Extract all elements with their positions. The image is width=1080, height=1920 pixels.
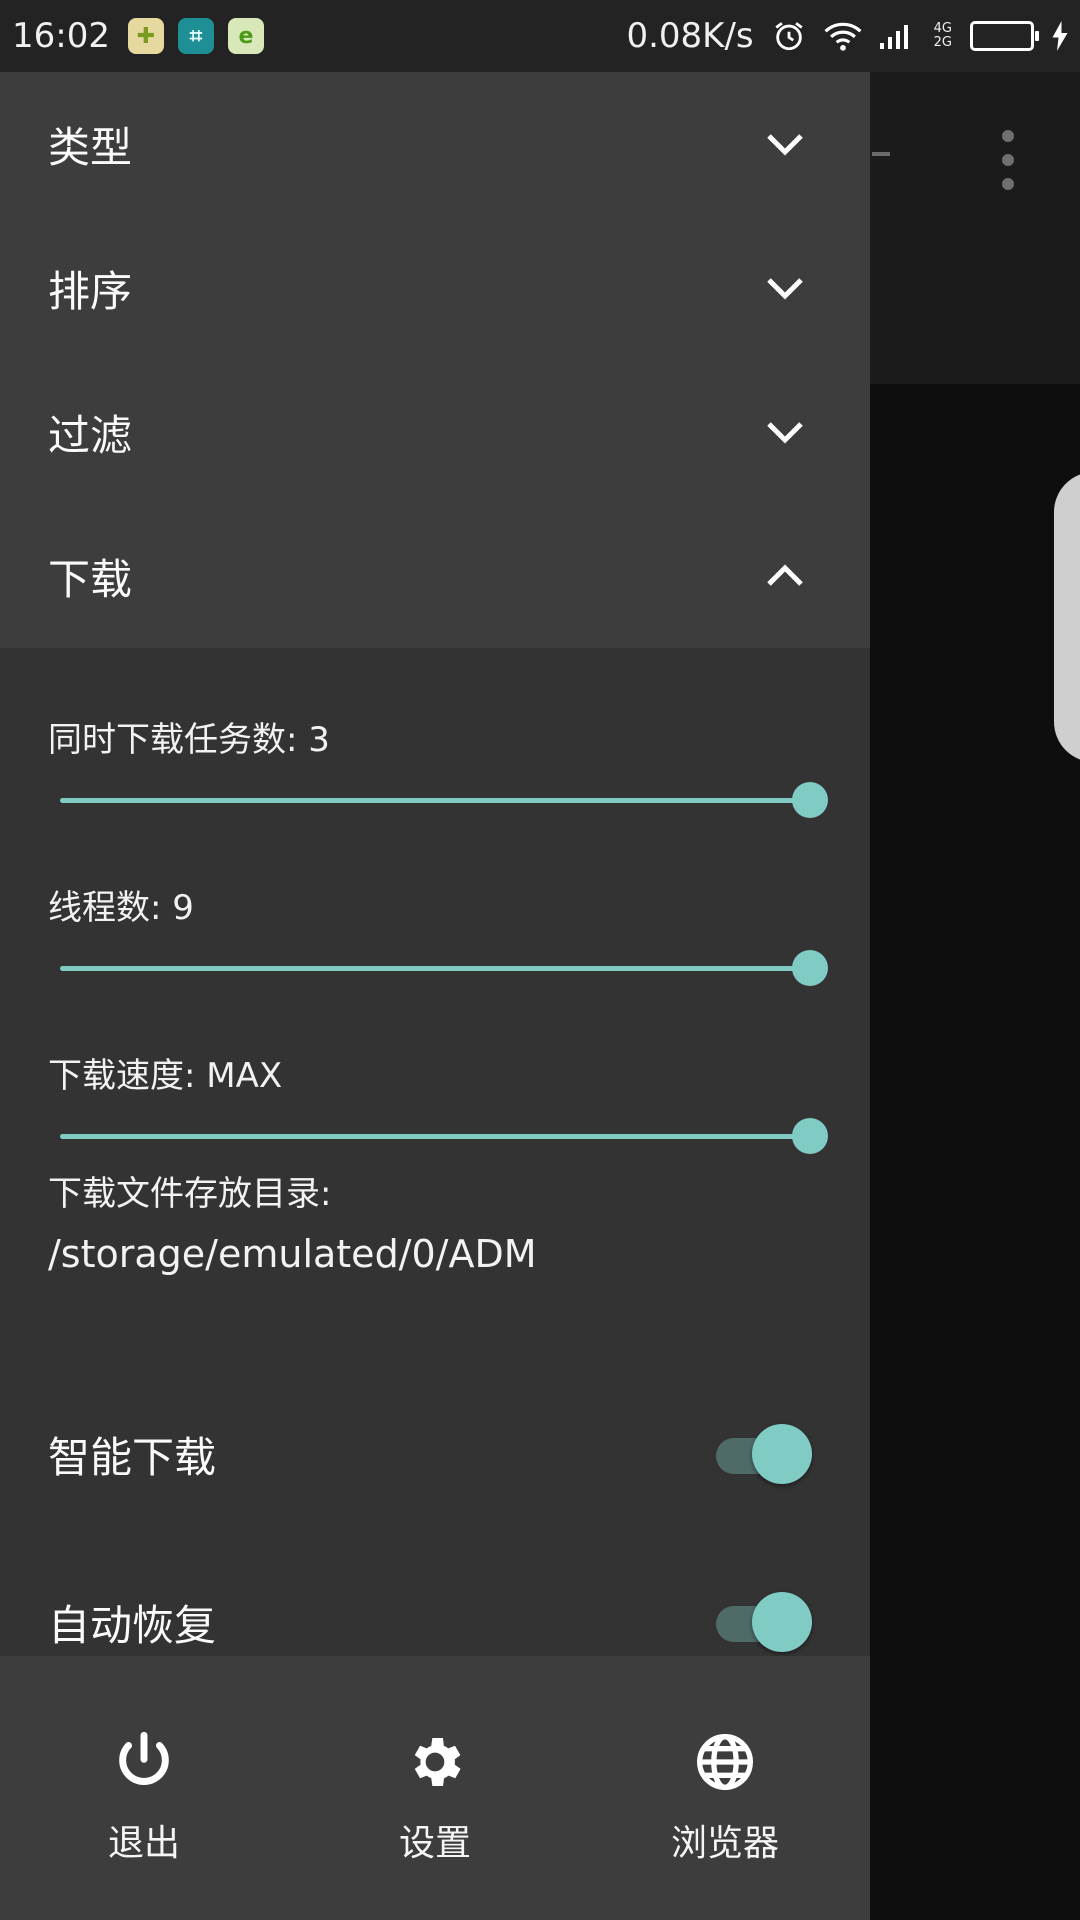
- section-download-title: 下载: [48, 554, 133, 604]
- download-speed-slider-thumb[interactable]: [792, 1118, 828, 1154]
- section-type-header[interactable]: 类型: [0, 72, 870, 216]
- background-tab-indicator: [872, 152, 890, 156]
- threads-label: 线程数: 9: [48, 888, 194, 928]
- section-filter-title: 过滤: [48, 410, 133, 460]
- smart-download-row[interactable]: 智能下载: [0, 1404, 870, 1504]
- download-speed-slider[interactable]: [60, 1134, 810, 1139]
- alarm-icon: [775, 22, 803, 51]
- download-dir-path[interactable]: /storage/emulated/0/ADM: [48, 1232, 537, 1276]
- charging-icon: [1052, 21, 1068, 51]
- threads-slider-thumb[interactable]: [792, 950, 828, 986]
- network-4g-label: 4G: [933, 21, 952, 36]
- section-sort-header[interactable]: 排序: [0, 216, 870, 360]
- browser-button[interactable]: 浏览器: [625, 1716, 825, 1916]
- auto-resume-toggle[interactable]: [716, 1592, 812, 1652]
- signal-icon: [879, 25, 908, 49]
- chevron-down-icon: [762, 121, 808, 167]
- settings-button[interactable]: 设置: [335, 1716, 535, 1916]
- section-filter-header[interactable]: 过滤: [0, 360, 870, 504]
- concurrent-tasks-slider[interactable]: [60, 798, 810, 803]
- status-bar: 16:02 ✚ ⌗ e 0.08K/s 4G 2G: [0, 0, 1080, 72]
- chevron-down-icon: [762, 409, 808, 455]
- floating-handle[interactable]: [1054, 472, 1080, 762]
- auto-resume-label: 自动恢复: [48, 1600, 217, 1650]
- settings-label: 设置: [398, 1823, 471, 1864]
- app-notification-icon: ✚: [127, 18, 164, 54]
- chevron-up-icon: [762, 553, 808, 599]
- concurrent-tasks-setting: 同时下载任务数: 3: [0, 712, 870, 832]
- browser-label: 浏览器: [670, 1823, 779, 1864]
- network-speed: 0.08K/s: [626, 16, 754, 56]
- section-type-title: 类型: [48, 122, 133, 172]
- browser-e-icon: e: [227, 18, 264, 54]
- download-speed-setting: 下载速度: MAX: [0, 1048, 870, 1168]
- download-speed-label: 下载速度: MAX: [48, 1056, 283, 1096]
- globe-icon: [697, 1734, 753, 1790]
- smart-download-toggle[interactable]: [716, 1424, 812, 1484]
- smart-download-label: 智能下载: [48, 1432, 217, 1482]
- exit-button[interactable]: 退出: [44, 1716, 244, 1916]
- drawer-bottom-bar: 退出 设置 浏览器: [0, 1696, 870, 1920]
- more-options-icon[interactable]: [998, 130, 1018, 190]
- threads-setting: 线程数: 9: [0, 880, 870, 1000]
- exit-label: 退出: [107, 1823, 180, 1864]
- screenshot-icon: ⌗: [177, 18, 214, 54]
- section-download-header[interactable]: 下载: [0, 504, 870, 648]
- status-time: 16:02: [12, 16, 110, 56]
- wifi-icon: [824, 22, 862, 51]
- chevron-down-icon: [762, 265, 808, 311]
- threads-slider[interactable]: [60, 966, 810, 971]
- section-sort-title: 排序: [48, 266, 133, 316]
- power-icon: [119, 1731, 169, 1785]
- gear-icon: [414, 1738, 461, 1786]
- concurrent-tasks-label: 同时下载任务数: 3: [48, 720, 330, 760]
- navigation-drawer: 类型 排序 过滤 下载 同时下载任务数: 3 线程数: 9 下载速度: MAX …: [0, 72, 870, 1920]
- network-type-label: 4G 2G: [934, 22, 952, 50]
- concurrent-tasks-slider-thumb[interactable]: [792, 782, 828, 818]
- battery-icon: [970, 21, 1039, 51]
- network-2g-label: 2G: [933, 35, 952, 50]
- download-dir-label: 下载文件存放目录:: [48, 1174, 332, 1214]
